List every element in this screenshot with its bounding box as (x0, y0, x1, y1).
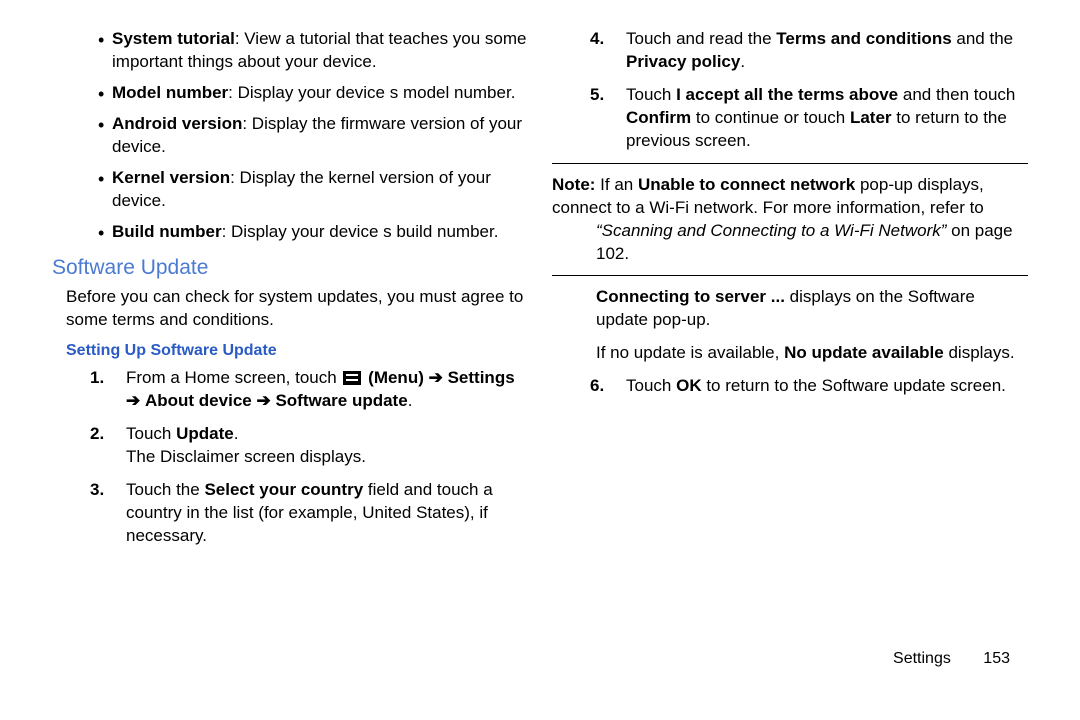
page-footer: Settings 153 (893, 648, 1010, 670)
setup-steps-right-1: 4. Touch and read the Terms and conditio… (552, 28, 1028, 153)
menu-icon (343, 371, 361, 385)
divider-top (552, 163, 1028, 164)
note-label: Note: (552, 175, 595, 194)
subhead-setting-up: Setting Up Software Update (66, 340, 528, 362)
note-block: Note: If an Unable to connect network po… (552, 174, 1028, 266)
wifi-reference: “Scanning and Connecting to a Wi-Fi Netw… (596, 221, 946, 240)
heading-software-update: Software Update (52, 254, 528, 282)
step-6: 6. Touch OK to return to the Software up… (612, 375, 1028, 398)
step-4: 4. Touch and read the Terms and conditio… (612, 28, 1028, 74)
no-update-paragraph: If no update is available, No update ava… (596, 342, 1028, 365)
software-update-intro: Before you can check for system updates,… (66, 286, 528, 332)
about-device-bullets: System tutorial: View a tutorial that te… (52, 28, 528, 244)
step-1: 1. From a Home screen, touch (Menu) ➔ Se… (112, 367, 528, 413)
step-3: 3. Touch the Select your country field a… (112, 479, 528, 548)
bullet-kernel-version: Kernel version: Display the kernel versi… (98, 167, 528, 213)
bullet-system-tutorial: System tutorial: View a tutorial that te… (98, 28, 528, 74)
bullet-build-number: Build number: Display your device s buil… (98, 221, 528, 244)
footer-section: Settings (893, 650, 951, 667)
right-column: 4. Touch and read the Terms and conditio… (540, 28, 1040, 668)
left-column: System tutorial: View a tutorial that te… (40, 28, 540, 668)
bullet-android-version: Android version: Display the firmware ve… (98, 113, 528, 159)
manual-page: System tutorial: View a tutorial that te… (0, 0, 1080, 668)
setup-steps-right-2: 6. Touch OK to return to the Software up… (552, 375, 1028, 398)
footer-page-number: 153 (983, 650, 1010, 667)
bullet-model-number: Model number: Display your device s mode… (98, 82, 528, 105)
divider-bottom (552, 275, 1028, 276)
note-body: “Scanning and Connecting to a Wi-Fi Netw… (552, 220, 1028, 266)
step-2: 2. Touch Update. The Disclaimer screen d… (112, 423, 528, 469)
setup-steps-left: 1. From a Home screen, touch (Menu) ➔ Se… (52, 367, 528, 548)
step-5: 5. Touch I accept all the terms above an… (612, 84, 1028, 153)
connecting-paragraph: Connecting to server ... displays on the… (596, 286, 1028, 332)
